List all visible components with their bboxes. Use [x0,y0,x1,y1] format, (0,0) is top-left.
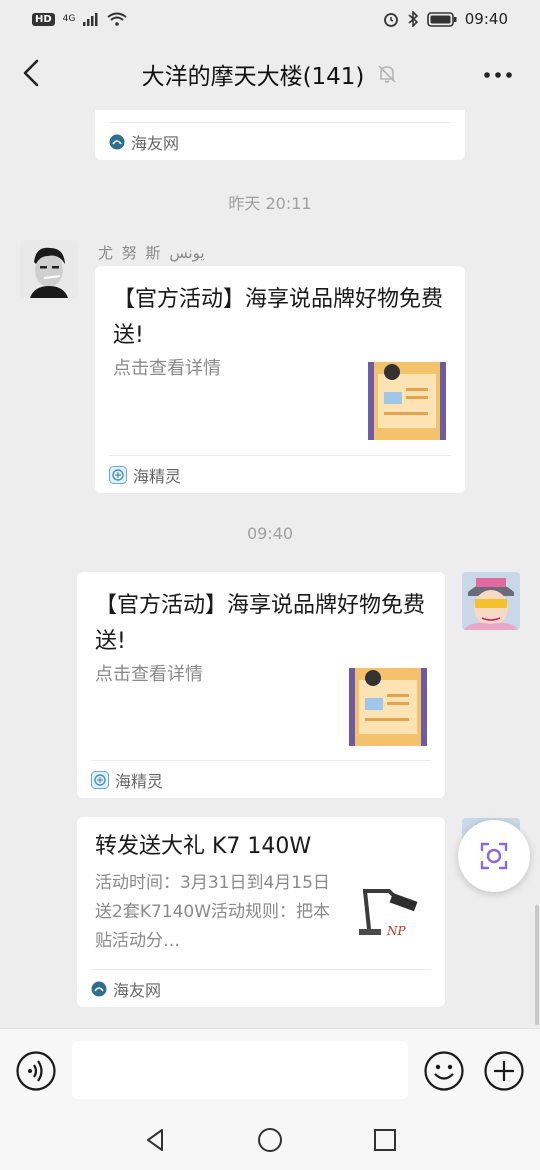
sender-name: 尤 努 斯 يونس [98,244,205,262]
source-logo-icon [91,981,107,996]
chat-header: 大洋的摩天大楼(141) [0,38,540,110]
card-source: 海友网 [109,122,451,160]
square-recents-icon [374,1129,396,1151]
chat-message-list[interactable]: 海友网 昨天 20:11 尤 努 斯 يونس 【官方活动】海享说品牌好物免费送… [0,110,540,1028]
status-left: HD 4G [32,12,127,26]
more-dots-icon [484,72,512,78]
avatar-sender[interactable] [20,240,78,298]
battery-icon [426,11,457,27]
link-card[interactable]: 【官方活动】海享说品牌好物免费送! 点击查看详情 海精灵 [95,266,465,493]
signal-icon [83,13,98,26]
circle-home-icon [258,1128,282,1152]
network-label: 4G [62,14,76,24]
card-source: 海精灵 [91,760,431,798]
card-source-label: 海精灵 [115,771,164,791]
card-desc: 点击查看详情 [113,358,221,379]
emoji-icon [424,1051,464,1091]
status-right: 09:40 [383,10,508,28]
scan-button[interactable] [458,820,530,892]
timestamp: 09:40 [246,524,294,543]
input-bar [0,1028,540,1110]
card-source: 海友网 [91,969,431,1007]
card-title: 【官方活动】海享说品牌好物免费送! [95,593,426,654]
message-input[interactable] [72,1041,408,1099]
card-title: 转发送大礼 K7 140W [95,834,312,859]
voice-button[interactable] [16,1051,56,1091]
emoji-button[interactable] [424,1051,464,1091]
scrollbar[interactable] [535,905,539,1025]
card-source-label: 海友网 [131,133,180,153]
bluetooth-icon [408,11,418,27]
card-title: 【官方活动】海享说品牌好物免费送! [113,287,444,348]
avatar-self[interactable] [462,572,520,630]
scan-icon [480,842,508,870]
link-card-sent[interactable]: 转发送大礼 K7 140W 活动时间：3月31日到4月15日送2套K7140W活… [77,817,445,1007]
more-button[interactable] [478,60,518,90]
back-arrow-icon [23,59,39,87]
more-actions-button[interactable] [484,1051,524,1091]
link-card-sent[interactable]: 【官方活动】海享说品牌好物免费送! 点击查看详情 海精灵 [77,572,445,798]
back-button[interactable] [14,56,48,90]
card-thumbnail: NP [349,877,427,955]
source-logo-icon [109,134,125,149]
chat-title: 大洋的摩天大楼(141) [141,64,365,90]
alarm-icon [383,13,398,27]
card-desc: 点击查看详情 [95,664,203,685]
system-nav-bar [0,1110,540,1170]
nav-back-button[interactable] [142,1126,170,1154]
card-thumbnail [349,668,427,746]
card-source-label: 海精灵 [133,466,182,486]
status-time: 09:40 [464,10,508,28]
source-logo-icon [91,770,109,789]
triangle-back-icon [147,1129,163,1151]
source-logo-icon [109,465,127,484]
bell-off-icon [376,63,398,85]
svg-text:NP: NP [386,924,407,938]
hd-badge: HD [32,12,55,26]
card-source: 海精灵 [109,455,451,493]
link-card-top[interactable]: 海友网 [95,110,465,160]
status-bar: HD 4G 09:40 [0,0,540,38]
voice-icon [16,1051,56,1091]
wifi-icon [107,12,127,26]
nav-recents-button[interactable] [371,1126,399,1154]
nav-home-button[interactable] [256,1126,284,1154]
card-desc: 活动时间：3月31日到4月15日送2套K7140W活动规则：把本贴活动分… [95,873,331,951]
card-thumbnail [368,362,446,440]
timestamp: 昨天 20:11 [228,194,312,213]
plus-icon [484,1051,524,1091]
card-source-label: 海友网 [113,980,162,1000]
